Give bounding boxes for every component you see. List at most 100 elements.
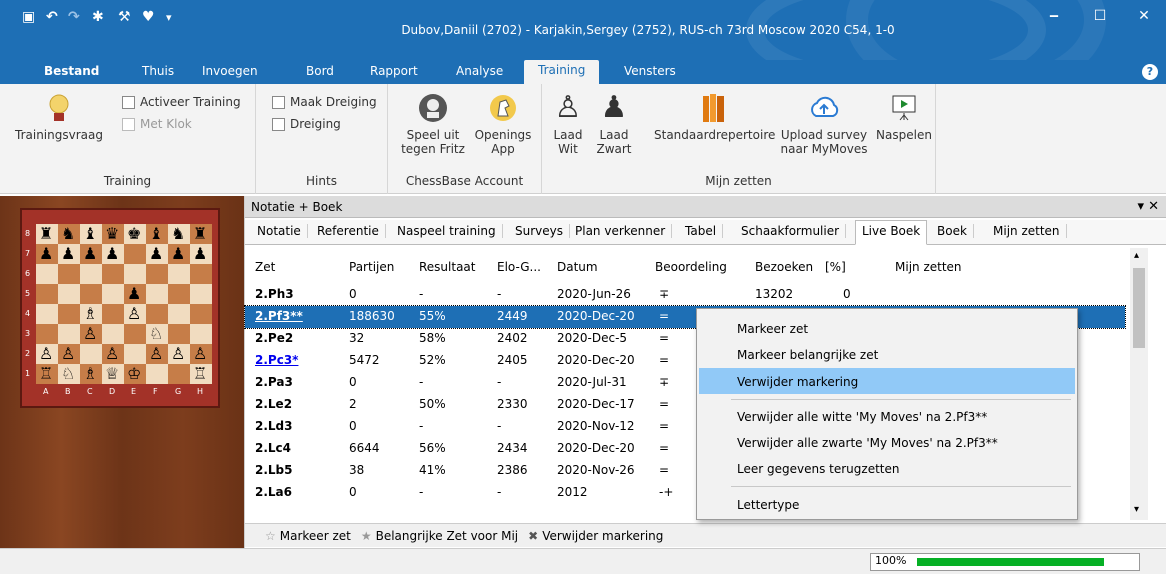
menu-item-verwijder-witte[interactable]: Verwijder alle witte 'My Moves' na 2.Pf3… bbox=[699, 403, 1075, 429]
board-square[interactable] bbox=[168, 324, 190, 344]
board-square[interactable] bbox=[124, 264, 146, 284]
menu-item-lettertype[interactable]: Lettertype bbox=[699, 491, 1075, 517]
laad-wit-button[interactable]: ♙ Laad Wit bbox=[548, 92, 588, 157]
board-square[interactable]: ♙ bbox=[58, 344, 80, 364]
column-beoordeling[interactable]: Beoordeling bbox=[655, 260, 727, 274]
column-zet[interactable]: Zet bbox=[255, 260, 275, 274]
board-square[interactable] bbox=[36, 264, 58, 284]
board-square[interactable] bbox=[102, 264, 124, 284]
belangrijke-zet-button[interactable]: ★ Belangrijke Zet voor Mij bbox=[361, 529, 518, 543]
board-square[interactable] bbox=[190, 284, 212, 304]
menu-thuis[interactable]: Thuis bbox=[142, 64, 174, 78]
laad-zwart-button[interactable]: ♟ Laad Zwart bbox=[592, 92, 636, 157]
board-square[interactable]: ♛ bbox=[102, 224, 124, 244]
help-icon[interactable]: ? bbox=[1142, 64, 1158, 80]
tab-mijn-zetten[interactable]: Mijn zetten bbox=[987, 224, 1067, 238]
menu-item-markeer-belangrijke-zet[interactable]: Markeer belangrijke zet bbox=[699, 341, 1075, 367]
menu-item-verwijder-zwarte[interactable]: Verwijder alle zwarte 'My Moves' na 2.Pf… bbox=[699, 429, 1075, 455]
menu-rapport[interactable]: Rapport bbox=[370, 64, 418, 78]
scroll-down-icon[interactable]: ▾ bbox=[1134, 504, 1139, 515]
openings-app-button[interactable]: Openings App bbox=[470, 92, 536, 156]
board-square[interactable]: ♙ bbox=[102, 344, 124, 364]
board-square[interactable]: ♙ bbox=[168, 344, 190, 364]
tab-referentie[interactable]: Referentie bbox=[311, 224, 386, 238]
board-square[interactable] bbox=[58, 264, 80, 284]
activeer-training-checkbox[interactable]: Activeer Training bbox=[122, 95, 241, 109]
board-square[interactable] bbox=[146, 364, 168, 384]
board-square[interactable] bbox=[102, 324, 124, 344]
board-square[interactable] bbox=[124, 244, 146, 264]
menu-analyse[interactable]: Analyse bbox=[456, 64, 503, 78]
column-bezoeken[interactable]: Bezoeken bbox=[755, 260, 813, 274]
board-square[interactable] bbox=[58, 284, 80, 304]
board-square[interactable]: ♞ bbox=[58, 224, 80, 244]
column-mijn-zetten[interactable]: Mijn zetten bbox=[895, 260, 962, 274]
board-square[interactable]: ♟ bbox=[80, 244, 102, 264]
board-square[interactable]: ♟ bbox=[58, 244, 80, 264]
column-resultaat[interactable]: Resultaat bbox=[419, 260, 476, 274]
board-square[interactable]: ♟ bbox=[124, 284, 146, 304]
verwijder-markering-button[interactable]: ✖ Verwijder markering bbox=[528, 529, 663, 543]
dreiging-checkbox[interactable]: Dreiging bbox=[272, 117, 341, 131]
board-square[interactable]: ♟ bbox=[102, 244, 124, 264]
panel-controls[interactable]: ▾ ✕ bbox=[1137, 199, 1159, 214]
standaardrepertoire-button[interactable]: Standaardrepertoire bbox=[654, 92, 775, 142]
menu-item-leer-terugzetten[interactable]: Leer gegevens terugzetten bbox=[699, 455, 1075, 481]
board-square[interactable]: ♔ bbox=[124, 364, 146, 384]
board-square[interactable] bbox=[58, 324, 80, 344]
board-square[interactable]: ♟ bbox=[190, 244, 212, 264]
menu-item-markeer-zet[interactable]: Markeer zet bbox=[699, 315, 1075, 341]
tab-tabel[interactable]: Tabel bbox=[679, 224, 724, 238]
trainingsvraag-button[interactable]: Trainingsvraag bbox=[14, 92, 104, 142]
board-square[interactable]: ♗ bbox=[80, 304, 102, 324]
board-square[interactable] bbox=[168, 284, 190, 304]
close-button[interactable]: ✕ bbox=[1124, 4, 1164, 28]
board-square[interactable]: ♙ bbox=[80, 324, 102, 344]
board-square[interactable]: ♜ bbox=[190, 224, 212, 244]
menu-item-verwijder-markering[interactable]: Verwijder markering bbox=[699, 368, 1075, 394]
menu-bord[interactable]: Bord bbox=[306, 64, 334, 78]
board-square[interactable]: ♟ bbox=[146, 244, 168, 264]
scroll-up-icon[interactable]: ▴ bbox=[1134, 250, 1139, 261]
menu-invoegen[interactable]: Invoegen bbox=[202, 64, 258, 78]
board-square[interactable] bbox=[146, 284, 168, 304]
board-square[interactable]: ♞ bbox=[168, 224, 190, 244]
column-pct[interactable]: [%] bbox=[825, 260, 846, 274]
board-square[interactable]: ♟ bbox=[168, 244, 190, 264]
board-square[interactable]: ♙ bbox=[124, 304, 146, 324]
tab-boek[interactable]: Boek bbox=[931, 224, 974, 238]
table-row[interactable]: 2.Ph3 0 - - 2020-Jun-26 ∓ 13202 0 bbox=[245, 284, 1125, 306]
board-square[interactable]: ♙ bbox=[36, 344, 58, 364]
board-square[interactable]: ♝ bbox=[80, 224, 102, 244]
board-square[interactable]: ♖ bbox=[36, 364, 58, 384]
board-square[interactable] bbox=[190, 264, 212, 284]
board-square[interactable] bbox=[146, 304, 168, 324]
board-square[interactable]: ♙ bbox=[146, 344, 168, 364]
board-square[interactable] bbox=[102, 284, 124, 304]
board-square[interactable]: ♖ bbox=[190, 364, 212, 384]
board-square[interactable] bbox=[80, 344, 102, 364]
markeer-zet-button[interactable]: ☆ Markeer zet bbox=[265, 529, 351, 543]
vertical-scrollbar[interactable]: ▴ ▾ bbox=[1130, 248, 1148, 520]
board-square[interactable] bbox=[80, 264, 102, 284]
board-square[interactable] bbox=[168, 364, 190, 384]
tab-notatie[interactable]: Notatie bbox=[251, 224, 308, 238]
board-square[interactable] bbox=[102, 304, 124, 324]
tab-live-boek[interactable]: Live Boek bbox=[855, 220, 928, 245]
board-square[interactable]: ♗ bbox=[80, 364, 102, 384]
board-square[interactable] bbox=[190, 304, 212, 324]
maximize-button[interactable]: ☐ bbox=[1080, 4, 1120, 28]
met-klok-checkbox[interactable]: Met Klok bbox=[122, 117, 192, 131]
column-datum[interactable]: Datum bbox=[557, 260, 598, 274]
board-square[interactable] bbox=[124, 344, 146, 364]
board-square[interactable]: ♟ bbox=[36, 244, 58, 264]
board-square[interactable] bbox=[80, 284, 102, 304]
board-square[interactable] bbox=[58, 304, 80, 324]
menu-bestand[interactable]: Bestand bbox=[44, 64, 99, 78]
board-square[interactable] bbox=[146, 264, 168, 284]
column-elo[interactable]: Elo-G... bbox=[497, 260, 541, 274]
board-square[interactable] bbox=[168, 264, 190, 284]
board-square[interactable] bbox=[124, 324, 146, 344]
tab-naspeel-training[interactable]: Naspeel training bbox=[391, 224, 503, 238]
column-partijen[interactable]: Partijen bbox=[349, 260, 394, 274]
